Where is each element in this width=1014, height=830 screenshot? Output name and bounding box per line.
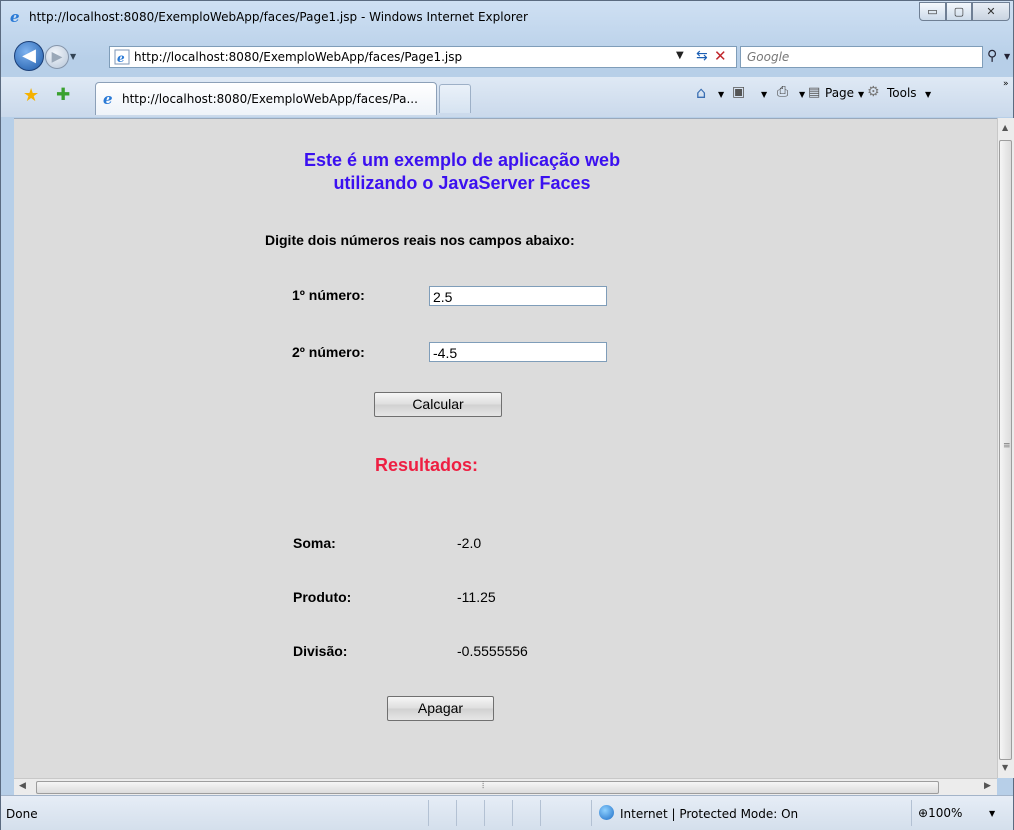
security-zone[interactable]: Internet | Protected Mode: On (620, 807, 798, 821)
tab-row: ★ ✚ e http://localhost:8080/ExemploWebAp… (1, 77, 1013, 117)
back-button[interactable]: ◀ (14, 41, 44, 71)
result-label-sum: Soma: (293, 535, 336, 551)
stop-icon[interactable]: ✕ (714, 47, 727, 65)
calculate-button[interactable]: Calcular (374, 392, 502, 417)
tools-dropdown-icon[interactable]: ▼ (925, 90, 931, 99)
scroll-grip-icon: ⦙ (482, 780, 485, 791)
heading-line-2: utilizando o JavaServer Faces (333, 173, 591, 193)
ie-page-icon: e (114, 49, 130, 65)
result-label-division: Divisão: (293, 643, 348, 659)
zoom-dropdown-icon[interactable]: ▼ (989, 809, 995, 818)
forward-arrow-icon: ▶ (51, 49, 63, 65)
title-bar: e http://localhost:8080/ExemploWebApp/fa… (1, 1, 1013, 35)
vertical-scroll-thumb[interactable]: ≡ (999, 140, 1012, 760)
chevron-more-icon[interactable]: » (1003, 79, 1009, 89)
page-dropdown-icon[interactable]: ▼ (858, 90, 864, 99)
scroll-grip-icon: ≡ (1003, 441, 1011, 451)
field2-label: 2º número: (292, 344, 365, 360)
home-dropdown-icon[interactable]: ▼ (718, 90, 724, 99)
clear-button[interactable]: Apagar (387, 696, 494, 721)
ie-logo-icon: e (10, 9, 20, 25)
back-arrow-icon: ◀ (22, 45, 36, 66)
result-value-product: -11.25 (457, 589, 496, 605)
navigation-bar: ◀ ▶ ▼ e http://localhost:8080/ExemploWeb… (1, 35, 1013, 77)
recent-pages-dropdown-icon[interactable]: ▼ (70, 52, 76, 61)
horizontal-scroll-thumb[interactable]: ⦙ (36, 780, 939, 794)
page-content: Este é um exemplo de aplicação web utili… (14, 118, 997, 779)
close-icon: ✕ (986, 5, 996, 18)
print-icon[interactable]: ⎙ (777, 84, 788, 100)
close-button[interactable]: ✕ (972, 2, 1010, 21)
result-label-product: Produto: (293, 589, 352, 605)
scroll-left-icon[interactable]: ◀ (19, 781, 26, 791)
number2-field[interactable]: -4.5 (429, 342, 607, 362)
search-options-dropdown-icon[interactable]: ▼ (1004, 52, 1010, 61)
maximize-icon: ▢ (953, 5, 965, 18)
search-icon[interactable]: ⚲ (987, 48, 997, 64)
status-text: Done (6, 807, 38, 821)
result-value-sum: -2.0 (457, 535, 482, 551)
browser-window: e http://localhost:8080/ExemploWebApp/fa… (0, 0, 1014, 830)
status-bar: Done Internet | Protected Mode: On ⊕100%… (1, 795, 1013, 830)
feeds-dropdown-icon[interactable]: ▼ (761, 90, 767, 99)
svg-text:e: e (103, 91, 113, 107)
forward-button[interactable]: ▶ (45, 45, 69, 69)
vertical-scrollbar[interactable]: ▲ ≡ ▼ (997, 118, 1014, 778)
status-divider (428, 800, 429, 826)
horizontal-scrollbar[interactable]: ◀ ⦙ ▶ (14, 778, 997, 796)
status-divider (591, 800, 592, 826)
new-tab-button[interactable] (439, 84, 471, 113)
search-placeholder: Google (747, 50, 790, 64)
scroll-right-icon[interactable]: ▶ (984, 781, 991, 791)
page-heading: Este é um exemplo de aplicação web utili… (262, 149, 662, 195)
status-divider (456, 800, 457, 826)
address-url[interactable]: http://localhost:8080/ExemploWebApp/face… (134, 50, 462, 64)
address-dropdown-icon[interactable]: ▼ (676, 50, 684, 61)
search-input[interactable]: Google (740, 46, 983, 68)
window-title: http://localhost:8080/ExemploWebApp/face… (29, 10, 528, 24)
status-divider (512, 800, 513, 826)
tools-gear-icon[interactable]: ⚙ (867, 84, 880, 100)
result-value-division: -0.5555556 (457, 643, 528, 659)
refresh-icon[interactable]: ⇆ (696, 48, 708, 64)
number1-field[interactable]: 2.5 (429, 286, 607, 306)
zoom-icon: ⊕ (918, 806, 929, 820)
minimize-icon: ▭ (927, 5, 938, 18)
svg-text:e: e (10, 9, 20, 25)
zoom-value: 100% (928, 806, 963, 820)
home-icon[interactable]: ⌂ (696, 83, 706, 102)
tools-menu[interactable]: Tools (887, 86, 917, 100)
tab-page1[interactable]: e http://localhost:8080/ExemploWebApp/fa… (95, 82, 437, 115)
results-title: Resultados: (375, 455, 479, 475)
scroll-down-icon[interactable]: ▼ (1002, 763, 1008, 772)
minimize-button[interactable]: ▭ (919, 2, 946, 21)
print-dropdown-icon[interactable]: ▼ (799, 90, 805, 99)
maximize-button[interactable]: ▢ (946, 2, 972, 21)
ie-logo-icon: e (103, 91, 113, 107)
status-divider (911, 800, 912, 826)
page-icon[interactable]: ▤ (808, 85, 820, 100)
favorites-star-icon[interactable]: ★ (23, 85, 39, 106)
add-favorite-icon[interactable]: ✚ (56, 85, 70, 105)
page-menu[interactable]: Page (825, 86, 854, 100)
status-divider (484, 800, 485, 826)
heading-line-1: Este é um exemplo de aplicação web (303, 150, 621, 170)
feeds-icon[interactable]: ▣ (732, 84, 745, 100)
status-divider (540, 800, 541, 826)
scroll-up-icon[interactable]: ▲ (1002, 123, 1008, 132)
zoom-level[interactable]: ⊕100% (918, 806, 962, 820)
svg-text:e: e (117, 51, 125, 65)
tab-label: http://localhost:8080/ExemploWebApp/face… (122, 92, 418, 106)
globe-icon (599, 805, 614, 820)
field1-label: 1º número: (292, 287, 365, 303)
instruction-text: Digite dois números reais nos campos aba… (265, 232, 575, 248)
address-bar[interactable]: e http://localhost:8080/ExemploWebApp/fa… (109, 46, 737, 68)
